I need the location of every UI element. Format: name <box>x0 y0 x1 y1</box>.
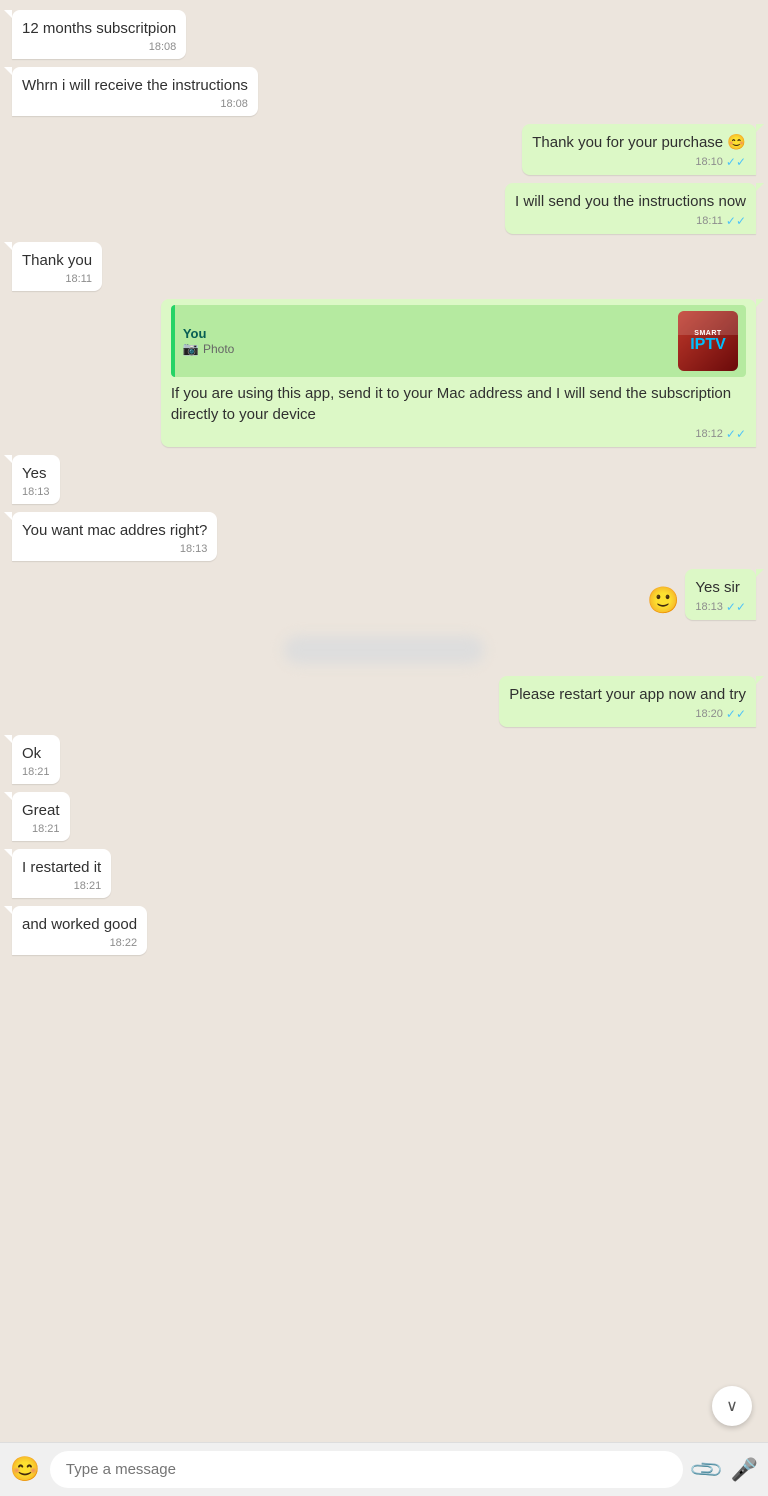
message-time: 18:11 <box>65 273 92 285</box>
message-row: You 📷 Photo Smart IPTV If you are using … <box>12 299 756 447</box>
message-text: Ok <box>22 745 41 762</box>
message-input[interactable] <box>50 1451 683 1488</box>
message-time: 18:08 <box>220 98 248 110</box>
message-bubble: You want mac addres right? 18:13 <box>12 512 217 561</box>
message-bubble: and worked good 18:22 <box>12 906 147 955</box>
message-text: and worked good <box>22 916 137 933</box>
sent-emoji-avatar: 🙂 <box>647 585 679 616</box>
message-row: Ok 18:21 <box>12 735 756 784</box>
message-row: Please restart your app now and try 18:2… <box>12 676 756 727</box>
message-text: I will send you the instructions now <box>515 193 746 210</box>
message-text: Yes <box>22 465 46 482</box>
attach-button[interactable]: 📎 <box>688 1451 726 1489</box>
message-row: Thank you for your purchase 😊 18:10 ✓✓ <box>12 124 756 175</box>
read-ticks: ✓✓ <box>726 155 746 169</box>
mic-button[interactable]: 🎤 <box>731 1457 758 1483</box>
quote-block: You 📷 Photo Smart IPTV <box>171 305 746 377</box>
emoji-button[interactable]: 😊 <box>10 1455 40 1484</box>
read-ticks: ✓✓ <box>726 427 746 441</box>
message-row: 🙂 Yes sir 18:13 ✓✓ <box>12 569 756 620</box>
message-row: Whrn i will receive the instructions 18:… <box>12 67 756 116</box>
message-row: I will send you the instructions now 18:… <box>12 183 756 234</box>
scroll-to-bottom-button[interactable]: ∨ <box>712 1386 752 1426</box>
blurred-message <box>284 636 484 664</box>
blurred-message-row <box>12 636 756 664</box>
message-row: Great 18:21 <box>12 792 756 841</box>
message-bubble: Great 18:21 <box>12 792 70 841</box>
message-text: Thank you for your purchase 😊 <box>532 134 746 151</box>
read-ticks: ✓✓ <box>726 707 746 721</box>
message-bubble-quoted: You 📷 Photo Smart IPTV If you are using … <box>161 299 756 447</box>
message-row: 12 months subscritpion 18:08 <box>12 10 756 59</box>
message-row: Yes 18:13 <box>12 455 756 504</box>
message-text: Thank you <box>22 252 92 269</box>
chat-area: 12 months subscritpion 18:08 Whrn i will… <box>0 0 768 1442</box>
message-text: Yes sir <box>695 579 739 596</box>
read-ticks: ✓✓ <box>726 600 746 614</box>
message-text: Whrn i will receive the instructions <box>22 77 248 94</box>
message-time: 18:22 <box>110 937 138 949</box>
quote-image: Smart IPTV <box>678 311 738 371</box>
iptv-logo: Smart IPTV <box>678 311 738 371</box>
camera-icon: 📷 <box>183 341 199 357</box>
message-bubble: Ok 18:21 <box>12 735 60 784</box>
message-time: 18:21 <box>22 766 50 778</box>
message-bubble: Thank you 18:11 <box>12 242 102 291</box>
message-time: 18:12 <box>695 428 723 440</box>
message-bubble: Yes 18:13 <box>12 455 60 504</box>
message-time: 18:13 <box>180 543 208 555</box>
message-text: 12 months subscritpion <box>22 20 176 37</box>
message-time: 18:20 <box>695 708 723 720</box>
message-bubble: I will send you the instructions now 18:… <box>505 183 756 234</box>
message-time: 18:08 <box>149 41 177 53</box>
message-bubble: Whrn i will receive the instructions 18:… <box>12 67 258 116</box>
read-ticks: ✓✓ <box>726 214 746 228</box>
message-text: Great <box>22 802 60 819</box>
message-bubble: 12 months subscritpion 18:08 <box>12 10 186 59</box>
message-input-bar: 😊 📎 🎤 <box>0 1442 768 1496</box>
message-row: and worked good 18:22 <box>12 906 756 955</box>
quote-sub: 📷 Photo <box>183 341 670 357</box>
message-text: I restarted it <box>22 859 101 876</box>
message-text: If you are using this app, send it to yo… <box>171 385 731 423</box>
message-time: 18:21 <box>74 880 102 892</box>
message-time: 18:13 <box>695 601 723 613</box>
message-time: 18:21 <box>32 823 60 835</box>
message-time: 18:10 <box>695 156 723 168</box>
message-text: You want mac addres right? <box>22 522 207 539</box>
message-bubble: Thank you for your purchase 😊 18:10 ✓✓ <box>522 124 756 175</box>
message-time: 18:13 <box>22 486 50 498</box>
message-time: 18:11 <box>696 215 723 227</box>
message-row: I restarted it 18:21 <box>12 849 756 898</box>
message-row: Thank you 18:11 <box>12 242 756 291</box>
message-bubble: Yes sir 18:13 ✓✓ <box>685 569 756 620</box>
quote-author: You <box>183 326 670 341</box>
message-text: Please restart your app now and try <box>509 686 746 703</box>
message-bubble: Please restart your app now and try 18:2… <box>499 676 756 727</box>
chevron-down-icon: ∨ <box>726 1396 738 1416</box>
message-row: You want mac addres right? 18:13 <box>12 512 756 561</box>
message-bubble: I restarted it 18:21 <box>12 849 111 898</box>
